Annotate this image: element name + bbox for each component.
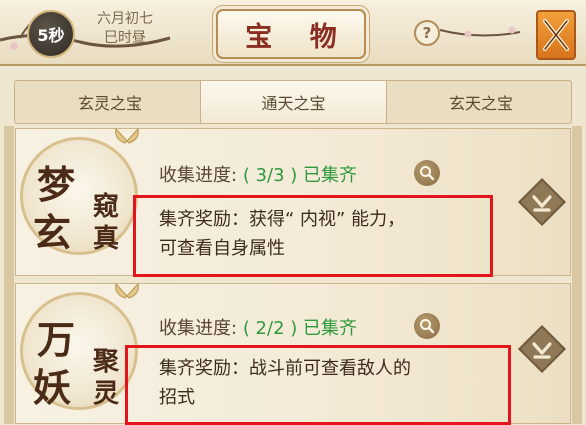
left-rail-decoration (4, 126, 14, 424)
reward-description: 集齐奖励：战斗前可查看敌人的 招式 (159, 354, 411, 412)
tab-xuanling[interactable]: 玄灵之宝 (15, 81, 205, 123)
progress-value: ( 3/3 ) (242, 165, 298, 186)
treasure-card: 万 妖 聚 灵 收集进度: ( 2/2 ) 已集齐 集齐奖励：战斗前可查看敌人的… (15, 282, 571, 425)
emblem-char: 梦 (37, 162, 76, 207)
emblem-char: 妖 (33, 365, 72, 410)
right-rail-decoration (572, 126, 582, 424)
help-button[interactable]: ? (414, 20, 440, 46)
question-icon: ? (422, 24, 432, 42)
progress-value: ( 2/2 ) (242, 318, 298, 339)
timer-badge: 5秒 (27, 10, 75, 58)
progress-label: 收集进度: (159, 318, 238, 339)
expand-button[interactable] (515, 175, 569, 229)
collection-progress: 收集进度: ( 2/2 ) 已集齐 (159, 314, 357, 340)
emblem-char: 真 (93, 224, 120, 254)
tab-xuantian[interactable]: 玄天之宝 (390, 81, 572, 123)
emblem-char: 玄 (33, 210, 72, 255)
reward-line: 集齐奖励：获得“ 内视” 能力， (159, 209, 406, 230)
reward-line: 可查看自身属性 (159, 238, 285, 259)
timer-text: 5秒 (37, 26, 65, 45)
progress-label: 收集进度: (159, 165, 238, 186)
emblem-char: 万 (37, 317, 76, 362)
collection-progress: 收集进度: ( 3/3 ) 已集齐 (159, 161, 357, 187)
tab-tongtian[interactable]: 通天之宝 (200, 81, 387, 123)
tab-label: 通天之宝 (261, 94, 326, 113)
reward-line: 招式 (159, 387, 195, 408)
search-button[interactable] (414, 160, 440, 186)
emblem-char: 灵 (93, 379, 120, 409)
search-icon (420, 166, 435, 181)
page-title-plaque: 宝 物 (216, 9, 366, 59)
game-date: 六月初七 巳时昼 (90, 10, 160, 48)
reward-line: 集齐奖励：战斗前可查看敌人的 (159, 358, 411, 379)
search-button[interactable] (414, 313, 440, 339)
search-icon (420, 319, 435, 334)
tab-label: 玄灵之宝 (77, 94, 142, 113)
tab-label: 玄天之宝 (448, 94, 513, 113)
progress-status: 已集齐 (303, 318, 358, 339)
treasure-card: 梦 玄 窥 真 收集进度: ( 3/3 ) 已集齐 集齐奖励：获得“ 内视” 能… (15, 127, 571, 277)
date-line-1: 六月初七 (97, 11, 153, 27)
close-button[interactable] (536, 10, 576, 60)
butterfly-icon (115, 282, 139, 299)
date-line-2: 巳时昼 (104, 30, 146, 46)
expand-button[interactable] (515, 322, 569, 376)
close-icon (543, 19, 569, 51)
progress-status: 已集齐 (303, 165, 358, 186)
category-tabs: 玄灵之宝 通天之宝 玄天之宝 (14, 80, 572, 124)
butterfly-icon (115, 127, 139, 144)
page-title: 宝 物 (245, 21, 351, 53)
reward-description: 集齐奖励：获得“ 内视” 能力， 可查看自身属性 (159, 205, 405, 263)
header-bar: 5秒 六月初七 巳时昼 宝 物 ? (0, 0, 586, 66)
